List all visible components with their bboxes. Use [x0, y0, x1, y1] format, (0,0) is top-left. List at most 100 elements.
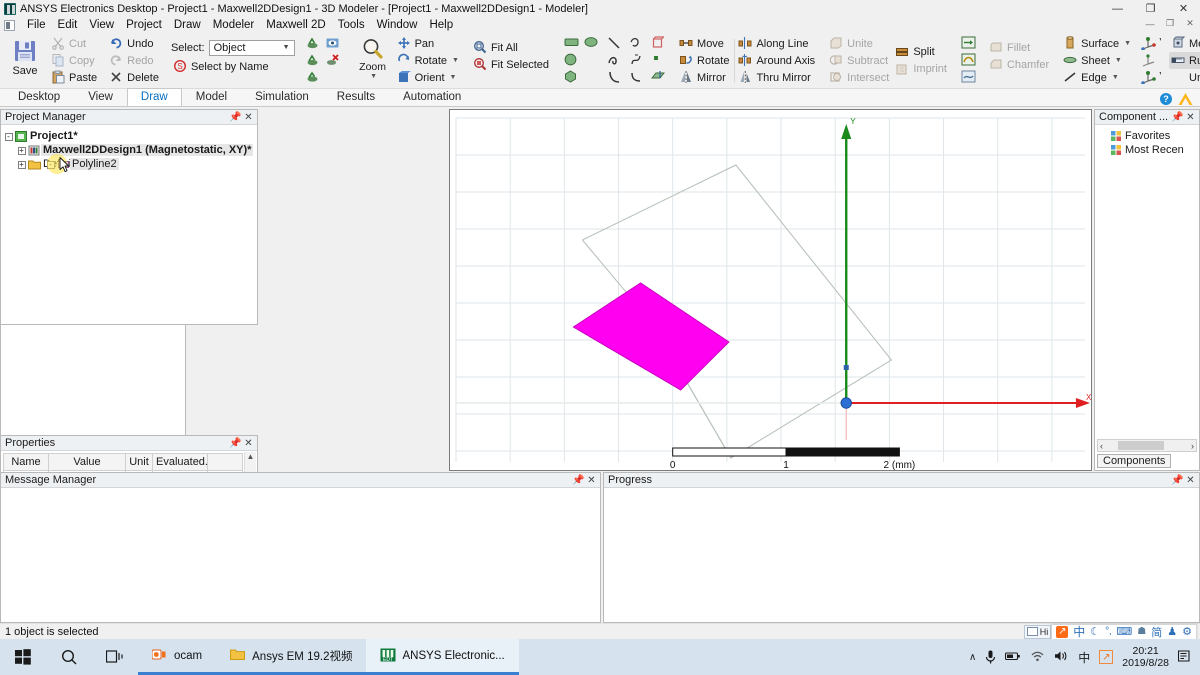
- tab-results[interactable]: Results: [323, 88, 389, 106]
- orient-button[interactable]: Orient ▼: [395, 69, 463, 86]
- fillet-button[interactable]: Fillet: [987, 39, 1053, 56]
- redo-button[interactable]: Redo: [107, 52, 163, 69]
- show-hidden-icon[interactable]: [305, 70, 320, 85]
- subtract-button[interactable]: Subtract: [827, 52, 893, 69]
- ime-settings-icon[interactable]: ⚙: [1182, 625, 1192, 638]
- mdi-minimize-button[interactable]: —: [1140, 17, 1160, 31]
- taskbar-app-ocam[interactable]: ocam: [138, 639, 217, 675]
- hide-selection-icon[interactable]: [305, 53, 320, 68]
- show-selection-icon[interactable]: [325, 36, 340, 51]
- zoom-button[interactable]: Zoom ▼: [351, 35, 395, 86]
- draw-ellipse-icon[interactable]: [584, 36, 599, 51]
- tab-automation[interactable]: Automation: [389, 88, 475, 106]
- select-by-name-button[interactable]: S Select by Name: [171, 58, 295, 75]
- battery-icon[interactable]: [1005, 650, 1021, 664]
- chevron-down-icon[interactable]: ▼: [1124, 40, 1131, 47]
- close-icon[interactable]: ✕: [242, 438, 255, 449]
- chevron-down-icon[interactable]: ▼: [450, 74, 457, 81]
- menu-modeler[interactable]: Modeler: [207, 18, 261, 32]
- draw-rectangle-icon[interactable]: [564, 36, 579, 51]
- ruler-button[interactable]: Ruler: [1169, 52, 1200, 69]
- tab-draw[interactable]: Draw: [126, 88, 182, 106]
- rotate-button[interactable]: Rotate: [677, 52, 733, 69]
- maximize-button[interactable]: ❐: [1134, 0, 1167, 17]
- scroll-left-icon[interactable]: ‹: [1100, 441, 1103, 451]
- ime-user-icon[interactable]: ☗: [1137, 626, 1146, 637]
- menu-tools[interactable]: Tools: [332, 18, 371, 32]
- components-item-favorites[interactable]: Favorites: [1098, 129, 1196, 143]
- ime-punctuation-icon[interactable]: °‚: [1105, 626, 1111, 637]
- draw-point-icon[interactable]: [651, 53, 666, 68]
- menu-draw[interactable]: Draw: [168, 18, 207, 32]
- draw-regular-polygon-icon[interactable]: [564, 70, 579, 85]
- close-icon[interactable]: ✕: [1184, 112, 1197, 123]
- tab-view[interactable]: View: [74, 88, 127, 106]
- fit-selected-button[interactable]: Fit Selected: [471, 56, 553, 73]
- components-item-most-recent[interactable]: Most Recen: [1098, 143, 1196, 157]
- coordinate-system-relative-icon[interactable]: ▼: [1140, 70, 1161, 85]
- sogou-logo-icon[interactable]: ↗: [1056, 625, 1069, 638]
- edge-button[interactable]: Edge ▼: [1061, 69, 1135, 86]
- draw-arc-center-icon[interactable]: [629, 70, 644, 85]
- unite-button[interactable]: Unite: [827, 35, 893, 52]
- ime-moon-icon[interactable]: ☾: [1090, 625, 1100, 638]
- taskbar-app-ansys-electronics[interactable]: EDT ANSYS Electronic...: [366, 639, 519, 675]
- tray-sogou-icon[interactable]: ↗: [1099, 650, 1114, 664]
- delete-button[interactable]: Delete: [107, 69, 163, 86]
- menu-edit[interactable]: Edit: [52, 18, 84, 32]
- ime-left-badge[interactable]: Hi: [1023, 624, 1052, 639]
- taskbar-app-ansys-em-video[interactable]: Ansys EM 19.2视频: [216, 639, 367, 675]
- chevron-down-icon[interactable]: ▼: [370, 73, 377, 80]
- menu-window[interactable]: Window: [371, 18, 424, 32]
- tray-ime-mode-icon[interactable]: 中: [1078, 649, 1090, 666]
- save-button[interactable]: Save: [3, 35, 47, 86]
- close-icon[interactable]: ✕: [242, 112, 255, 123]
- draw-line-icon[interactable]: [607, 36, 622, 51]
- draw-circle-icon[interactable]: [564, 53, 579, 68]
- menu-view[interactable]: View: [83, 18, 120, 32]
- chevron-down-icon[interactable]: ▼: [1112, 74, 1119, 81]
- menu-maxwell-2d[interactable]: Maxwell 2D: [260, 18, 331, 32]
- coordinate-system-icon[interactable]: [1141, 53, 1156, 68]
- pin-icon[interactable]: 📌: [229, 112, 242, 123]
- chevron-down-icon[interactable]: ▼: [452, 57, 459, 64]
- ime-skin-icon[interactable]: ♟: [1167, 625, 1177, 638]
- tray-chevron-up-icon[interactable]: ∧: [969, 652, 976, 663]
- volume-icon[interactable]: [1054, 650, 1069, 664]
- cut-button[interactable]: Cut: [49, 35, 101, 52]
- tree-expander[interactable]: -: [45, 159, 56, 169]
- notification-icon[interactable]: [1178, 650, 1192, 664]
- components-horizontal-scrollbar[interactable]: ‹ ›: [1097, 439, 1197, 452]
- pin-icon[interactable]: 📌: [229, 438, 242, 449]
- tab-desktop[interactable]: Desktop: [4, 88, 74, 106]
- scroll-right-icon[interactable]: ›: [1191, 441, 1194, 451]
- menu-help[interactable]: Help: [423, 18, 459, 32]
- pin-icon[interactable]: 📌: [1171, 112, 1184, 123]
- hide-all-icon[interactable]: [325, 53, 340, 68]
- start-icon[interactable]: [0, 639, 46, 675]
- project-tree-item-maxwell2ddesign1[interactable]: + Maxwell2DDesign1 (Magnetostatic, XY)*: [3, 143, 255, 157]
- pin-icon[interactable]: 📌: [572, 475, 585, 486]
- tab-simulation[interactable]: Simulation: [241, 88, 323, 106]
- taskbar-clock[interactable]: 20:21 2019/8/28: [1122, 645, 1169, 669]
- undo-button[interactable]: Undo: [107, 35, 163, 52]
- tab-model[interactable]: Model: [182, 88, 241, 106]
- measure-button[interactable]: Measure ▼: [1169, 35, 1200, 52]
- fit-all-button[interactable]: Fit All: [471, 39, 553, 56]
- viewport-canvas[interactable]: 0 1 2 (mm) Y X: [450, 110, 1091, 470]
- model-tree-item-polyline2[interactable]: - Polyline2: [3, 154, 183, 174]
- show-all-objects-icon[interactable]: [305, 36, 320, 51]
- move-button[interactable]: Move: [677, 35, 733, 52]
- mirror-button[interactable]: Mirror: [677, 69, 733, 86]
- menu-project[interactable]: Project: [120, 18, 168, 32]
- surface-button[interactable]: Surface ▼: [1061, 35, 1135, 52]
- sweep-along-vector-icon[interactable]: [961, 36, 976, 51]
- wifi-icon[interactable]: [1030, 650, 1045, 664]
- pan-button[interactable]: Pan: [395, 35, 463, 52]
- coordinate-system-face-icon[interactable]: ▼: [1140, 36, 1161, 51]
- draw-3-point-arc-icon[interactable]: [629, 36, 644, 51]
- chevron-down-icon[interactable]: ▼: [1115, 57, 1122, 64]
- close-icon[interactable]: ✕: [585, 475, 598, 486]
- imprint-button[interactable]: Imprint: [893, 61, 951, 78]
- split-button[interactable]: Split: [893, 44, 951, 61]
